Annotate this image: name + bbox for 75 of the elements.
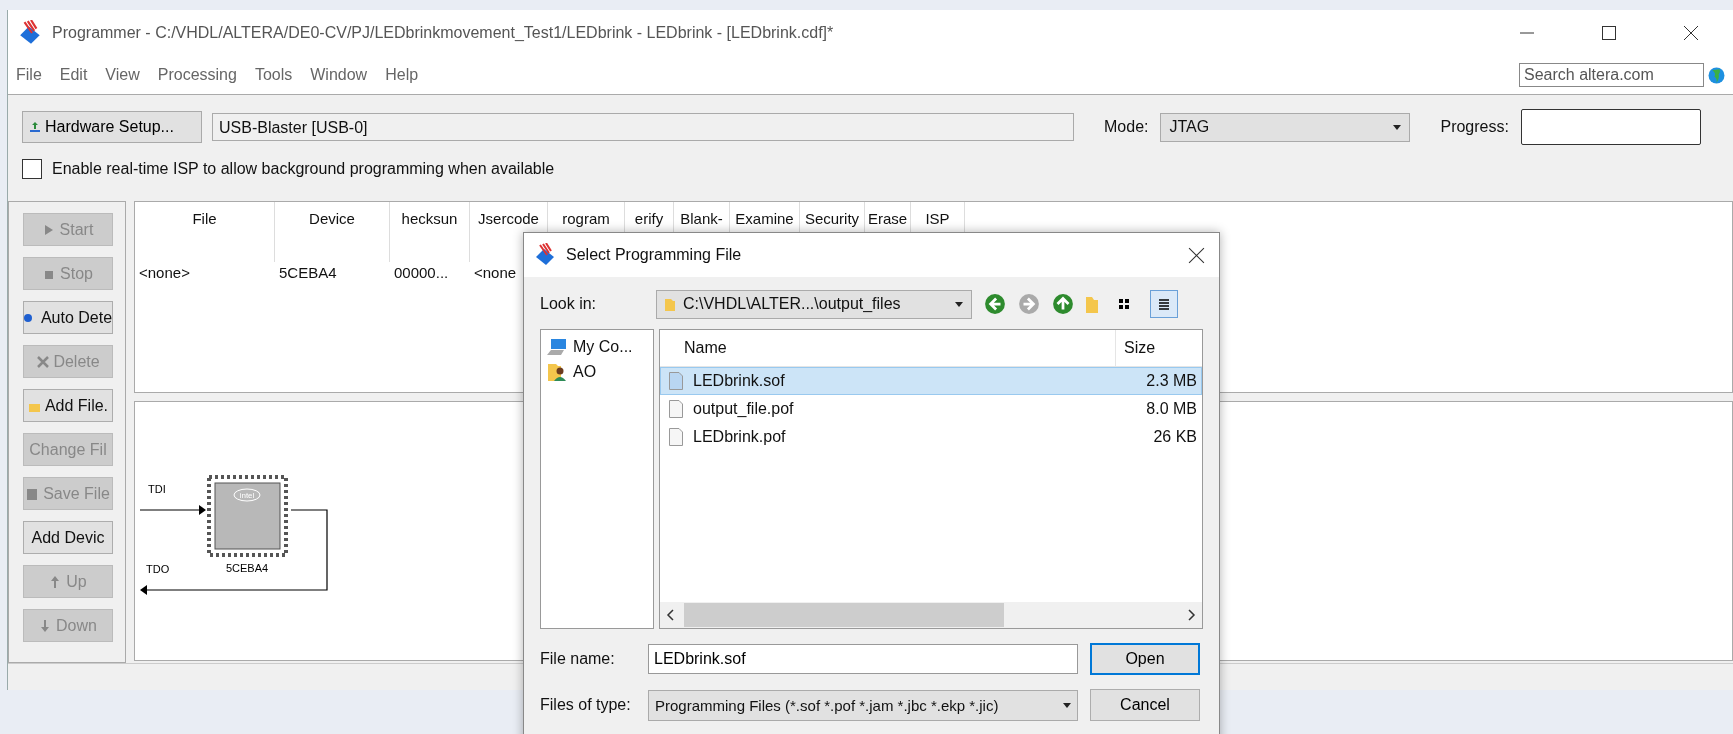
file-type-label: Files of type:: [540, 696, 632, 714]
cancel-button[interactable]: Cancel: [1090, 689, 1200, 721]
close-icon[interactable]: [1683, 25, 1699, 41]
grid-icon: [1117, 297, 1131, 311]
menu-item[interactable]: Processing: [157, 66, 237, 84]
hardware-field[interactable]: USB-Blaster [USB-0]: [212, 113, 1074, 141]
table-cell-text: <none>: [138, 264, 191, 281]
column-header[interactable]: ISP: [925, 210, 950, 227]
isp-checkbox[interactable]: [22, 159, 42, 179]
hardware-setup-button[interactable]: Hardware Setup...: [22, 111, 202, 143]
column-header[interactable]: File: [192, 210, 217, 227]
progress-label: Progress:: [1440, 118, 1509, 136]
menu-item[interactable]: Help: [385, 66, 419, 84]
toolbar-button[interactable]: Auto Dete: [23, 301, 113, 334]
file-row[interactable]: output_file.pof 8.0 MB: [660, 395, 1202, 423]
maximize-icon[interactable]: [1601, 25, 1617, 41]
file-icon: [669, 400, 683, 418]
look-in-label: Look in:: [540, 295, 598, 313]
file-name-field[interactable]: LEDbrink.sof: [648, 644, 1078, 674]
place-item[interactable]: My Co...: [547, 334, 647, 359]
toolbar-button[interactable]: Add Devic: [23, 521, 113, 554]
file-icon: [669, 428, 683, 446]
file-type-dropdown[interactable]: Programming Files (*.sof *.pof *.jam *.jbc *.ekp *.jic): [648, 689, 1078, 721]
file-row[interactable]: LEDbrink.sof 2.3 MB: [660, 367, 1202, 395]
file-row[interactable]: LEDbrink.pof 26 KB: [660, 423, 1202, 451]
mode-label: Mode:: [1104, 118, 1149, 136]
file-name-label: File name:: [540, 650, 616, 668]
close-icon[interactable]: [1188, 246, 1205, 264]
back-icon[interactable]: [984, 293, 1006, 315]
dialog-title: Select Programming File: [566, 246, 742, 264]
file-icon: [669, 372, 683, 390]
list-icon: [1157, 297, 1171, 311]
column-header[interactable]: erify: [634, 210, 664, 227]
tdo-label: TDO: [146, 563, 170, 575]
mode-dropdown[interactable]: JTAG: [1160, 112, 1411, 142]
table-cell-text: 00000...: [393, 264, 450, 281]
device-label: 5CEBA4: [225, 562, 269, 574]
column-header[interactable]: Device: [309, 210, 355, 227]
window-title: Programmer - C:/VHDL/ALTERA/DE0-CV/PJ/LEDbrinkmovement_Test1/LEDbrink - LEDbrink - [LEDbrink.cdf]*: [52, 24, 834, 42]
horizontal-scrollbar[interactable]: [660, 602, 1202, 628]
column-header[interactable]: Blank-: [680, 210, 723, 227]
search-field[interactable]: Search altera.com: [1519, 63, 1704, 87]
column-header[interactable]: Size: [1116, 339, 1202, 357]
column-header[interactable]: Jsercode: [478, 210, 539, 227]
globe-icon[interactable]: [1708, 66, 1725, 84]
menu-item[interactable]: View: [105, 66, 140, 84]
delete-icon: [36, 354, 51, 369]
column-header[interactable]: rogram: [562, 210, 610, 227]
tdi-label: TDI: [148, 483, 166, 495]
detail-view-button[interactable]: [1150, 290, 1178, 318]
menu-item[interactable]: Tools: [254, 66, 293, 84]
look-in-dropdown[interactable]: C:\VHDL\ALTER...\output_files: [656, 289, 972, 319]
upload-icon: [29, 121, 41, 133]
column-header[interactable]: Erase: [867, 210, 908, 227]
place-item[interactable]: AO: [547, 359, 647, 384]
up-folder-icon[interactable]: [1052, 293, 1074, 315]
scroll-left-icon[interactable]: [666, 609, 674, 621]
table-cell-text: <none: [473, 264, 518, 281]
menu-item[interactable]: Edit: [59, 66, 88, 84]
menu-item[interactable]: Window: [310, 66, 368, 84]
scroll-right-icon[interactable]: [1188, 609, 1196, 621]
computer-icon: [547, 337, 567, 356]
open-button[interactable]: Open: [1090, 643, 1200, 675]
chip-drawing: intel: [207, 475, 288, 557]
column-header[interactable]: Examine: [735, 210, 794, 227]
user-folder-icon: [547, 361, 567, 382]
column-header[interactable]: Name: [660, 330, 1116, 366]
folder-icon: [665, 297, 675, 311]
table-cell-text: 5CEBA4: [278, 264, 338, 281]
tdi-arrow: [139, 505, 206, 515]
menu-item[interactable]: File: [16, 66, 42, 84]
column-header[interactable]: Security: [804, 210, 860, 227]
column-header[interactable]: hecksun: [401, 210, 458, 227]
isp-label: Enable real-time ISP to allow background programming when available: [52, 160, 555, 178]
toolbar-button[interactable]: Add File.: [23, 389, 113, 422]
